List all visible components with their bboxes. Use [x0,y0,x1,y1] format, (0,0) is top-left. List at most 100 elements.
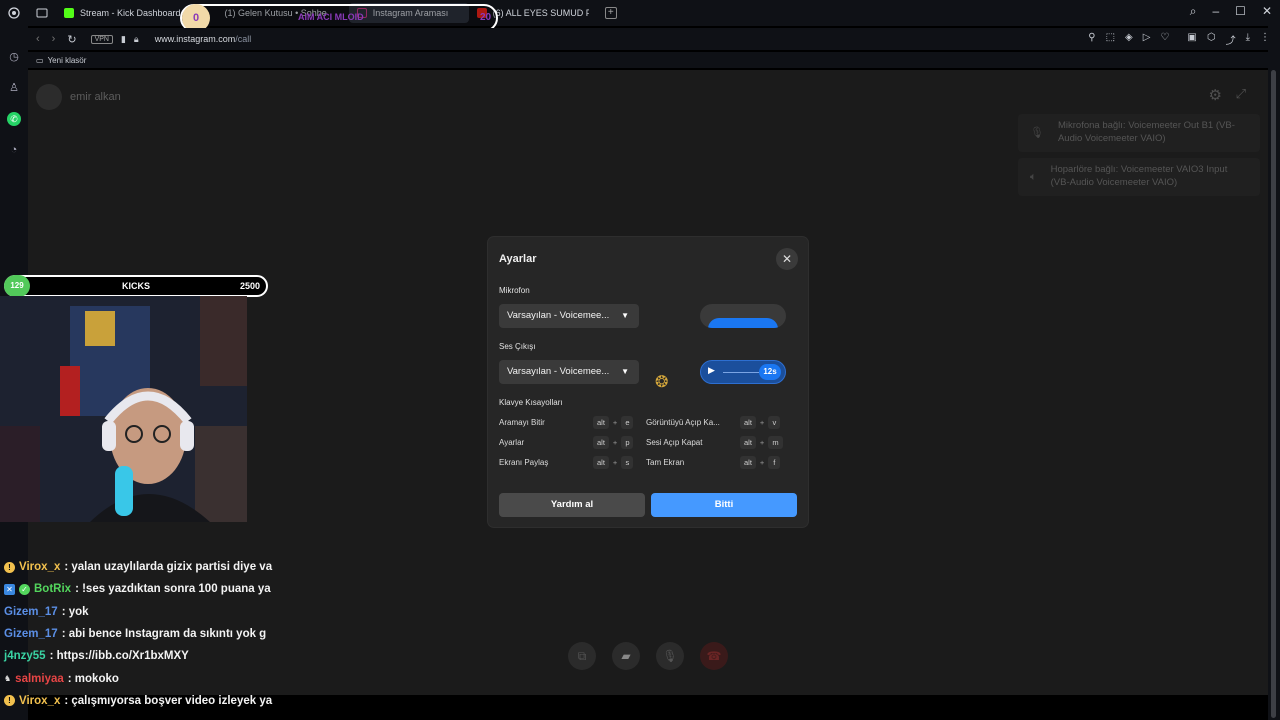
done-button[interactable]: Bitti [651,493,797,517]
shortcut-mod: alt [740,436,756,449]
close-button[interactable]: ✕ [776,248,798,270]
chat-username[interactable]: Virox_x [19,561,60,573]
plus-icon: + [604,7,617,19]
send-icon[interactable]: ▷ [1143,32,1151,47]
vpn-badge[interactable]: VPN [90,34,113,44]
chat-username[interactable]: BotRix [34,583,71,595]
bookmark-folder[interactable]: Yeni klasör [48,56,87,65]
shortcut-name: Görüntüyü Açıp Ka... [646,418,720,427]
chat-text: : çalışmıyorsa boşver video izleyek ya [64,694,273,707]
plus-sign: + [612,438,618,447]
microphone-icon: 🎙︎ [1030,126,1044,139]
notice-text: Hoparlöre bağlı: Voicemeeter VAIO3 Input… [1050,164,1228,188]
tab-menu-icon[interactable] [28,0,56,26]
plus-sign: + [612,458,618,467]
close-icon[interactable]: ✕ [1262,4,1272,19]
shortcut-row: Sesi Açıp Kapat alt + m [646,436,783,449]
verified-icon: ✓ [19,583,30,595]
notice-text: Mikrofona bağlı: Voicemeeter Out B1 (VB-… [1057,120,1235,144]
tab-kick-dashboard[interactable]: Stream - Kick Dashboard [56,3,189,23]
overlay-count: 20 [480,12,492,23]
chat-text: : !ses yazdıktan sonra 100 puana ya [75,583,271,596]
mic-toggle-button[interactable]: 🎙︎ [656,642,684,670]
settings-dialog: Ayarlar ✕ Mikrofon Varsayılan - Voicemee… [488,237,808,527]
scrollbar-thumb[interactable] [1271,70,1276,718]
callee-name: emir alkan [70,91,121,103]
heart-icon[interactable]: ♡ [1160,32,1169,47]
url-path: /call [235,34,252,44]
back-icon[interactable]: ‹ [36,33,40,46]
share-icon[interactable]: ⤴ [1226,32,1236,47]
mic-select[interactable]: Varsayılan - Voicemee... ▼ [499,304,639,328]
speaker-notice: 🔈︎ Hoparlöre bağlı: Voicemeeter VAIO3 In… [1018,158,1260,196]
forward-icon[interactable]: › [52,33,56,46]
output-select-value: Varsayılan - Voicemee... [507,366,610,377]
history-icon[interactable]: ◔ [11,144,18,156]
extension-icon[interactable]: ▣ [1187,32,1196,47]
chat-username[interactable]: Virox_x [19,695,60,707]
shortcut-mod: alt [593,416,609,429]
shortcut-key: v [768,416,781,429]
call-controls: ⧉ ▰ 🎙︎ ☎ [568,642,728,670]
shortcut-key: e [621,416,634,429]
camera-toggle-button[interactable]: ▰ [612,642,640,670]
kicks-label: KICKS [121,281,150,291]
chat-username[interactable]: j4nzy55 [4,650,46,662]
minimize-icon[interactable]: – [1212,4,1219,19]
tab-label: Stream - Kick Dashboard [80,8,181,18]
expand-icon[interactable]: ⤢ [1236,86,1246,102]
test-sound-player[interactable]: ▶ 12s [700,360,786,384]
shield-icon[interactable]: ◈ [1125,32,1133,47]
shortcut-key: s [621,456,634,469]
download-icon[interactable]: ⤓ [1246,32,1250,47]
new-tab-button[interactable]: + [597,3,625,23]
badge-icon: ♞ [4,674,12,684]
chat-username[interactable]: Gizem_17 [4,628,58,640]
avatar [36,84,62,110]
close-icon: ✕ [781,252,793,266]
help-button[interactable]: Yardım al [499,493,645,517]
badge-icon: ! [4,561,15,573]
overlay-text: AIM ACI MLOID [298,12,364,22]
kick-icon [64,8,74,18]
chat-text: : yalan uzaylılarda gizix partisi diye v… [64,561,273,574]
screen-share-icon: ⧉ [577,648,587,663]
shortcut-mod: alt [740,416,756,429]
share-screen-button[interactable]: ⧉ [568,642,596,670]
maximize-icon[interactable]: ☐ [1235,4,1246,19]
dialog-title: Ayarlar [499,253,537,265]
gear-icon[interactable]: ⚙ [1209,86,1222,104]
reload-icon[interactable]: ↻ [67,33,76,46]
search-icon[interactable]: ⌕ [1190,4,1197,19]
lock-icon[interactable]: 🔒︎ [134,34,139,45]
hang-up-icon: ☎ [706,649,722,663]
page-scrollbar[interactable] [1268,26,1280,720]
opera-menu-icon[interactable] [0,0,28,26]
chat-message: Gizem_17 : yok [0,601,276,623]
output-label: Ses Çıkışı [499,342,536,351]
shortcut-mod: alt [593,436,609,449]
whatsapp-icon[interactable]: ✆ [7,112,21,126]
chat-message: ! Virox_x : çalışmıyorsa boşver video iz… [0,690,276,712]
snapshot-icon[interactable]: ⬚ [1106,32,1115,47]
callee-header: emir alkan [36,84,121,110]
pin-icon[interactable]: ⚲ [1088,32,1095,47]
folder-icon: ▭ [36,55,44,65]
aria-icon[interactable]: ♙ [9,81,19,94]
caret-down-icon: ▼ [621,367,629,376]
end-call-button[interactable]: ☎ [700,642,728,670]
shortcut-row: Tam Ekran alt + f [646,456,781,469]
address-bar: ‹ › ↻ VPN ▮ 🔒︎ www.instagram.com/call ⚲ … [28,28,1280,50]
shortcut-name: Ayarlar [499,438,525,447]
speed-dial-icon[interactable]: ◷ [9,50,19,63]
shortcut-name: Ekranı Paylaş [499,458,549,467]
shortcut-name: Aramayı Bitir [499,418,545,427]
puzzle-icon[interactable]: ⬡ [1207,32,1216,47]
output-select[interactable]: Varsayılan - Voicemee... ▼ [499,360,639,384]
chat-username[interactable]: salmiyaa [15,673,64,685]
play-icon[interactable]: ▶ [708,365,715,376]
shortcut-key: m [768,436,783,449]
chat-username[interactable]: Gizem_17 [4,606,58,618]
url-field[interactable]: www.instagram.com/call [155,34,252,44]
sticker-icon: ❂ [655,374,669,391]
